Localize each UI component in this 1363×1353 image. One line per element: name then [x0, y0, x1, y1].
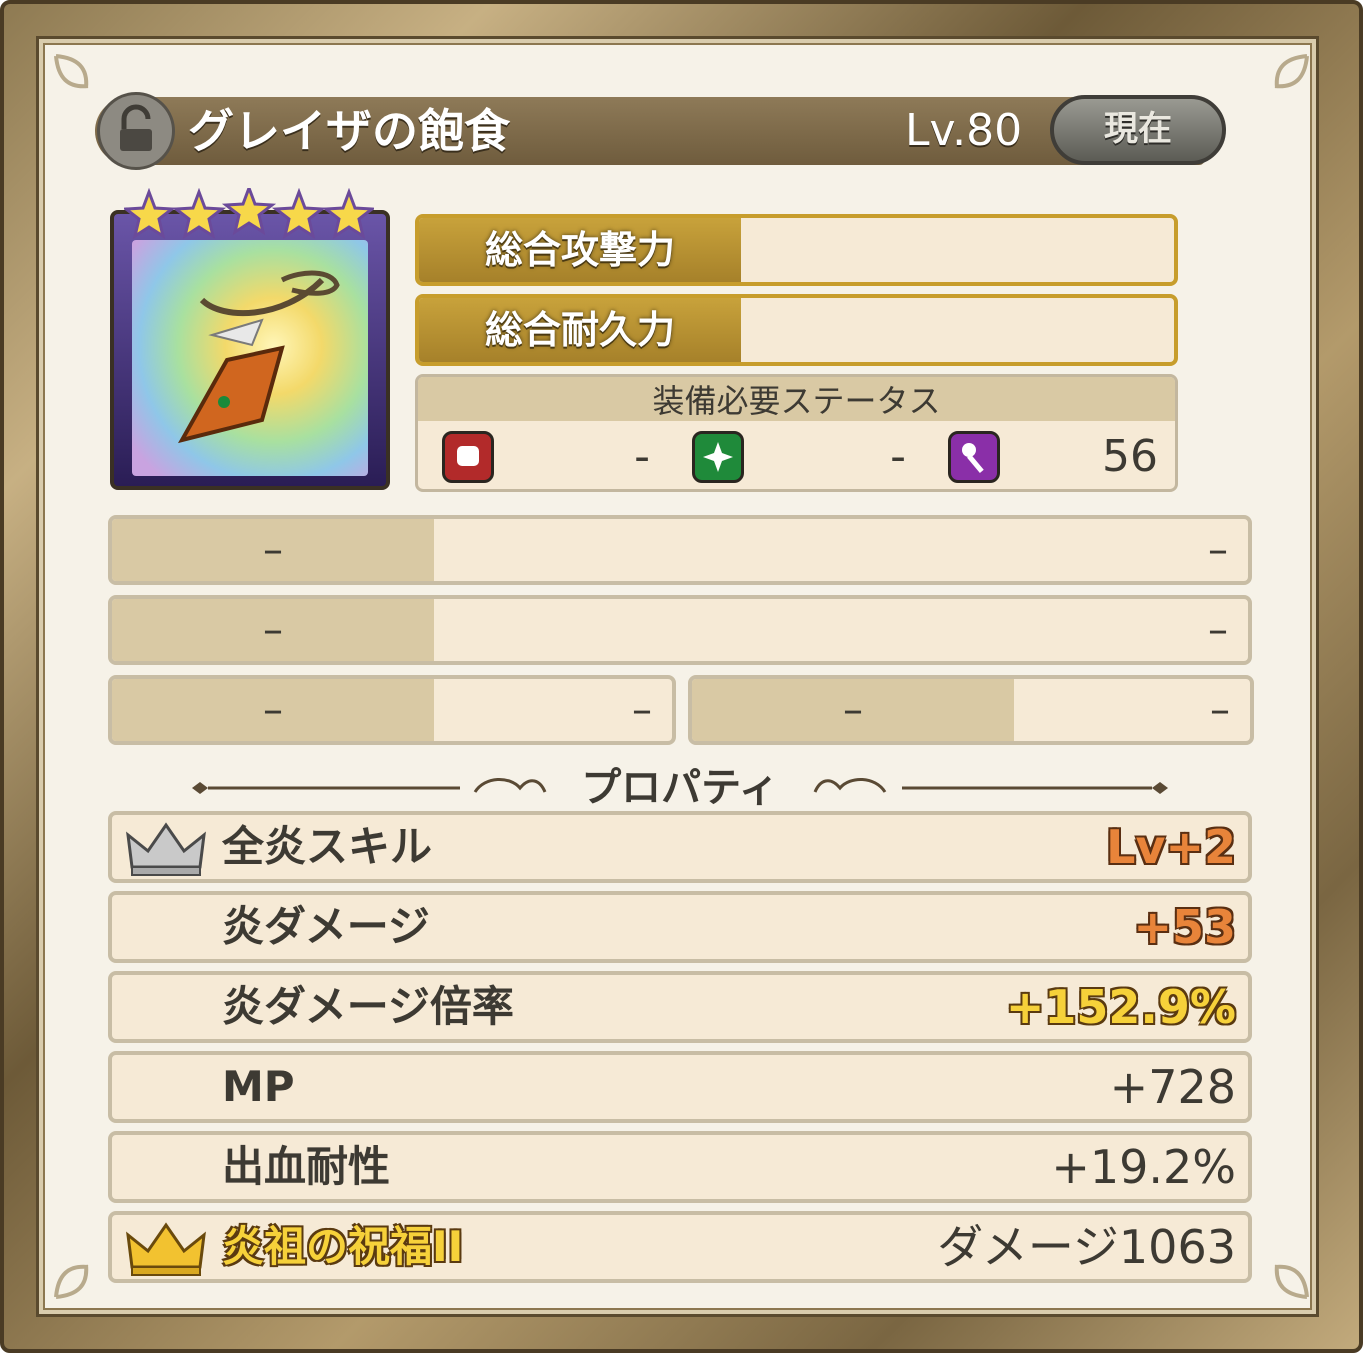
property-value: ダメージ1063 — [937, 1220, 1236, 1274]
substat-row-2-value: – — [1208, 607, 1228, 653]
total-attack-row: 総合攻撃力 — [415, 214, 1178, 286]
star-icon — [271, 188, 327, 240]
padlock-open-icon — [120, 104, 152, 151]
substat-row-3a: – – — [108, 675, 676, 745]
properties-divider: プロパティ — [190, 758, 1170, 818]
property-row: MP +728 — [108, 1051, 1252, 1123]
required-status-heading: 装備必要ステータス — [418, 377, 1175, 421]
rarity-stars — [124, 188, 374, 240]
property-value: +53 — [1133, 900, 1236, 954]
star-icon — [321, 188, 374, 240]
substat-row-1-label: – — [112, 519, 434, 581]
pendant-icon — [177, 270, 340, 444]
current-button[interactable]: 現在 — [1050, 95, 1226, 165]
item-name: グレイザの飽食 — [188, 104, 510, 158]
star-icon — [124, 188, 177, 240]
property-value: +152.9% — [1005, 980, 1236, 1034]
corner-ornament-icon — [1274, 54, 1309, 89]
property-row: 全炎スキル Lv+2 — [108, 811, 1252, 883]
substat-row-3a-value: – — [632, 687, 652, 733]
property-label: MP — [222, 1062, 295, 1111]
property-label: 出血耐性 — [222, 1142, 391, 1191]
substat-row-3b: – – — [688, 675, 1254, 745]
property-label: 全炎スキル — [222, 822, 433, 871]
item-artwork — [132, 240, 368, 476]
property-value: Lv+2 — [1106, 820, 1236, 874]
star-icon — [171, 188, 227, 240]
substat-row-1-value: – — [1208, 527, 1228, 573]
property-label: 炎祖の祝福II — [222, 1222, 464, 1271]
substat-row-2: – – — [108, 595, 1252, 665]
fist-icon — [442, 431, 494, 483]
substat-row-3b-label: – — [692, 679, 1014, 741]
item-level: Lv.80 — [905, 105, 1023, 156]
silver-crown-icon — [126, 822, 206, 876]
property-row: 出血耐性 +19.2% — [108, 1131, 1252, 1203]
total-defense-label: 総合耐久力 — [419, 298, 741, 362]
property-value: +728 — [1109, 1060, 1236, 1114]
required-strength: - — [634, 431, 650, 482]
substat-row-1: – – — [108, 515, 1252, 585]
property-value: +19.2% — [1051, 1140, 1236, 1194]
corner-ornament-icon — [1274, 1264, 1309, 1299]
sparkle-icon — [692, 431, 744, 483]
staff-icon — [948, 431, 1000, 483]
item-icon-frame — [110, 210, 390, 490]
required-dexterity: - — [890, 431, 906, 482]
total-attack-label: 総合攻撃力 — [419, 218, 741, 282]
lock-toggle[interactable] — [97, 92, 175, 170]
property-row: 炎ダメージ +53 — [108, 891, 1252, 963]
substat-row-2-label: – — [112, 599, 434, 661]
total-defense-row: 総合耐久力 — [415, 294, 1178, 366]
substat-row-3a-label: – — [112, 679, 434, 741]
property-label: 炎ダメージ — [222, 902, 430, 951]
property-row: 炎ダメージ倍率 +152.9% — [108, 971, 1252, 1043]
required-status-panel: 装備必要ステータス - - 56 — [415, 374, 1178, 492]
substat-row-3b-value: – — [1210, 687, 1230, 733]
gold-crown-icon — [126, 1222, 206, 1276]
properties-heading: プロパティ — [581, 765, 779, 811]
star-icon — [221, 188, 277, 236]
property-label: 炎ダメージ倍率 — [222, 982, 514, 1031]
required-intelligence: 56 — [1102, 431, 1158, 482]
property-row: 炎祖の祝福II ダメージ1063 — [108, 1211, 1252, 1283]
